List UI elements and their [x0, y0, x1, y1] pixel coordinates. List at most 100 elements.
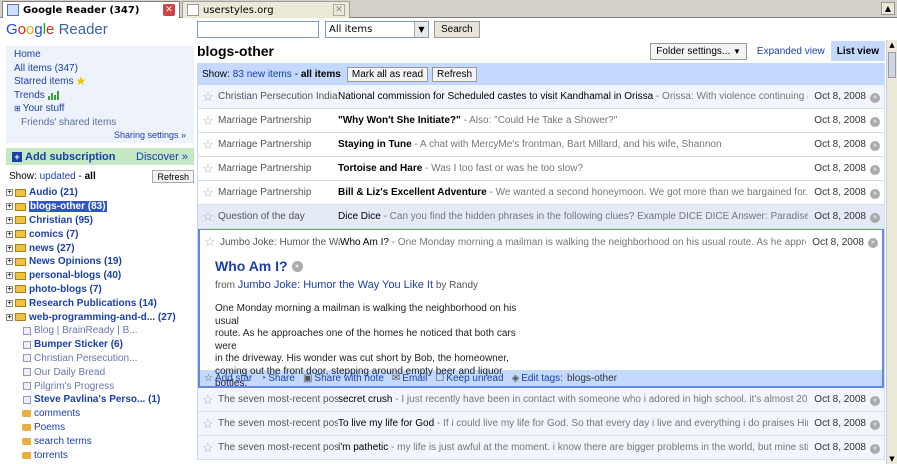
sidebar-refresh-button[interactable]: Refresh: [152, 170, 194, 183]
nav-home[interactable]: Home: [14, 48, 186, 62]
nav-friends-shared[interactable]: Friends' shared items: [14, 116, 186, 130]
open-original-icon[interactable]: »: [866, 139, 884, 151]
scrollbar-thumb[interactable]: [888, 52, 896, 78]
expand-icon[interactable]: +: [6, 230, 13, 238]
nav-starred-items[interactable]: Starred items ★: [14, 74, 186, 89]
open-original-icon[interactable]: »: [291, 260, 303, 272]
search-scope-select[interactable]: All items ▼: [325, 20, 429, 38]
plus-icon[interactable]: +: [12, 151, 22, 162]
expand-icon[interactable]: +: [6, 203, 13, 211]
star-icon[interactable]: ☆: [198, 209, 218, 225]
star-icon[interactable]: ☆: [198, 137, 218, 153]
open-original-icon[interactable]: »: [866, 211, 884, 223]
subscription-item[interactable]: comments: [6, 407, 194, 421]
open-original-icon[interactable]: »: [866, 115, 884, 127]
subscription-item[interactable]: Pilgrim's Progress: [6, 379, 194, 393]
close-tab-icon[interactable]: ✕: [333, 4, 345, 16]
expand-icon[interactable]: +: [6, 299, 13, 307]
tab-list-arrow-icon[interactable]: ▲: [881, 2, 895, 15]
star-icon[interactable]: ☆: [198, 185, 218, 201]
search-button[interactable]: Search: [434, 20, 480, 38]
browser-tab-userstyles[interactable]: userstyles.org ✕: [182, 1, 350, 18]
refresh-button[interactable]: Refresh: [432, 66, 478, 82]
entry-row[interactable]: ☆ Marriage Partnership Bill & Liz's Excell…: [198, 181, 884, 205]
close-tab-icon[interactable]: ✕: [163, 4, 175, 16]
open-original-icon[interactable]: »: [866, 442, 884, 454]
entry-row[interactable]: ☆ The seven most-recent pos secret crush -…: [198, 388, 884, 412]
browser-tab-google-reader[interactable]: Google Reader (347) ✕: [2, 1, 180, 18]
star-icon[interactable]: ☆: [198, 161, 218, 177]
subscription-item[interactable]: + Research Publications (14): [6, 296, 194, 310]
expand-icon[interactable]: +: [6, 189, 13, 197]
add-subscription-button[interactable]: Add subscription: [25, 151, 115, 163]
star-icon[interactable]: ☆: [198, 392, 218, 408]
nav-trends[interactable]: Trends: [14, 89, 186, 103]
subscription-item[interactable]: + news (27): [6, 241, 194, 255]
expand-icon[interactable]: +: [6, 244, 13, 252]
search-input[interactable]: [197, 20, 319, 38]
open-original-icon[interactable]: »: [864, 236, 882, 248]
expand-icon[interactable]: +: [6, 272, 13, 280]
chevron-down-icon[interactable]: ▼: [414, 21, 428, 37]
expand-icon[interactable]: +: [6, 216, 13, 224]
entry-heading-link[interactable]: Who Am I?: [215, 258, 288, 274]
expand-icon[interactable]: +: [6, 258, 13, 266]
vertical-scrollbar[interactable]: ▲ ▼: [886, 40, 897, 464]
subscription-item[interactable]: Blog | BrainReady | B...: [6, 324, 194, 338]
star-icon[interactable]: ☆: [198, 89, 218, 105]
nav-your-stuff[interactable]: ⊞ Your stuff: [14, 102, 186, 116]
entry-row[interactable]: ☆ The seven most-recent pos To live my lif…: [198, 412, 884, 436]
tab-list-view[interactable]: List view: [830, 41, 885, 61]
share-action[interactable]: ◔ Share: [260, 373, 295, 384]
open-original-icon[interactable]: »: [866, 394, 884, 406]
show-updated-link[interactable]: updated: [40, 171, 76, 182]
subscription-item[interactable]: Poems: [6, 421, 194, 435]
edit-tags-action[interactable]: ◈ Edit tags: blogs-other: [512, 373, 617, 384]
subscription-item[interactable]: + personal-blogs (40): [6, 269, 194, 283]
scroll-down-icon[interactable]: ▼: [887, 454, 897, 464]
subscription-item[interactable]: Christian Persecution...: [6, 352, 194, 366]
entry-row[interactable]: ☆ The seven most-recent pos i'm pathetic -…: [198, 436, 884, 460]
subscription-item[interactable]: Our Daily Bread: [6, 365, 194, 379]
star-icon[interactable]: ☆: [198, 440, 218, 456]
discover-link[interactable]: Discover »: [136, 151, 188, 163]
open-original-icon[interactable]: »: [866, 187, 884, 199]
feed-link[interactable]: Jumbo Joke: Humor the Way You Like It: [238, 279, 433, 291]
subscription-item[interactable]: + web-programming-and-d... (27): [6, 310, 194, 324]
subscription-item[interactable]: + comics (7): [6, 227, 194, 241]
open-original-icon[interactable]: »: [866, 91, 884, 103]
subscription-item[interactable]: Steve Pavlina's Perso... (1): [6, 393, 194, 407]
checkbox-icon[interactable]: ☐: [435, 373, 444, 384]
mark-all-read-button[interactable]: Mark all as read: [346, 66, 429, 82]
expand-icon[interactable]: ⊞: [14, 102, 21, 116]
email-action[interactable]: ✉ Email: [392, 373, 427, 384]
star-icon[interactable]: ☆: [198, 416, 218, 432]
subscription-item[interactable]: search terms: [6, 434, 194, 448]
scroll-up-icon[interactable]: ▲: [887, 40, 897, 50]
subscription-item[interactable]: + News Opinions (19): [6, 255, 194, 269]
add-star-action[interactable]: ☆ Add star: [204, 373, 252, 384]
entry-row[interactable]: ☆ Marriage Partnership Tortoise and Hare -…: [198, 157, 884, 181]
nav-all-items[interactable]: All items (347): [14, 62, 186, 76]
subscription-item[interactable]: + photo-blogs (7): [6, 283, 194, 297]
google-reader-logo[interactable]: Google Reader: [6, 21, 108, 38]
subscription-item[interactable]: + Christian (95): [6, 214, 194, 228]
star-icon[interactable]: ☆: [198, 113, 218, 129]
entry-row[interactable]: ☆ Marriage Partnership "Why Won't She Init…: [198, 109, 884, 133]
subscription-item[interactable]: Bumper Sticker (6): [6, 338, 194, 352]
folder-settings-button[interactable]: Folder settings... ▼: [650, 42, 747, 60]
expand-icon[interactable]: +: [6, 285, 13, 293]
subscription-item[interactable]: + blogs-other (83): [6, 200, 194, 214]
sharing-settings-link[interactable]: Sharing settings »: [14, 129, 186, 141]
new-items-link[interactable]: 83 new items: [233, 69, 292, 80]
keep-unread-action[interactable]: ☐ Keep unread: [435, 373, 503, 384]
entry-row[interactable]: ☆ Question of the day Dice Dice - Can you …: [198, 205, 884, 229]
entry-row[interactable]: ☆ Christian Persecution India National com…: [198, 85, 884, 109]
entry-row-expanded[interactable]: ☆ Jumbo Joke: Humor the Wa Who Am I? - O…: [200, 230, 882, 254]
open-original-icon[interactable]: »: [866, 163, 884, 175]
star-icon[interactable]: ☆: [200, 234, 220, 250]
share-with-note-action[interactable]: ▣ Share with note: [303, 373, 384, 384]
tab-expanded-view[interactable]: Expanded view: [751, 41, 831, 61]
expand-icon[interactable]: +: [6, 313, 13, 321]
subscription-item[interactable]: + Audio (21): [6, 186, 194, 200]
